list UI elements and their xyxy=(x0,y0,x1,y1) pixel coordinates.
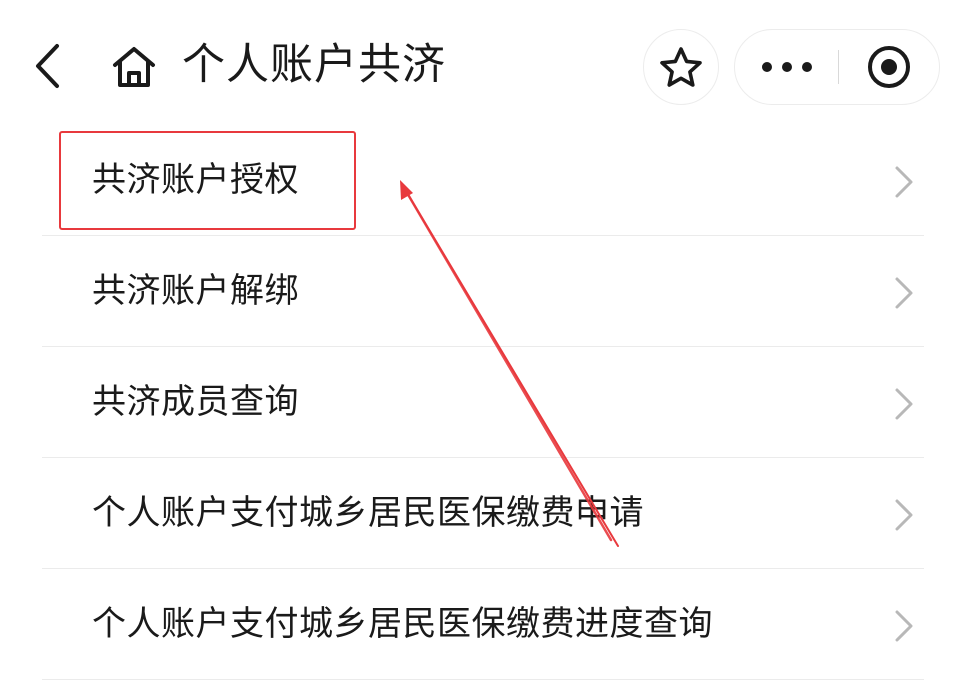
home-button[interactable] xyxy=(106,40,162,94)
menu-item-account-unbind[interactable]: 共济账户解绑 xyxy=(0,236,960,347)
menu-item-payment-application[interactable]: 个人账户支付城乡居民医保缴费申请 xyxy=(0,458,960,569)
menu-item-member-query[interactable]: 共济成员查询 xyxy=(0,347,960,458)
star-icon xyxy=(660,47,702,87)
chevron-right-icon xyxy=(895,277,913,309)
chevron-right-icon xyxy=(895,166,913,198)
chevron-left-icon xyxy=(36,44,59,88)
menu-item-label: 共济账户授权 xyxy=(92,160,299,200)
menu-list: 共济账户授权 共济账户解绑 共济成员查询 个人账户支付城乡居民医保缴费申请 个人… xyxy=(0,125,960,680)
list-divider xyxy=(42,679,924,680)
target-circle-icon xyxy=(868,46,910,88)
chevron-right-icon xyxy=(895,388,913,420)
more-button[interactable] xyxy=(735,30,838,104)
top-navigation-bar: 个人账户共济 xyxy=(0,0,960,130)
menu-item-label: 个人账户支付城乡居民医保缴费进度查询 xyxy=(92,604,713,644)
chevron-right-icon xyxy=(895,610,913,642)
page-title: 个人账户共济 xyxy=(182,40,446,90)
home-icon xyxy=(113,47,155,87)
menu-item-payment-progress-query[interactable]: 个人账户支付城乡居民医保缴费进度查询 xyxy=(0,569,960,680)
close-mini-program-button[interactable] xyxy=(839,30,939,104)
menu-item-label: 共济账户解绑 xyxy=(92,271,299,311)
mini-program-capsule xyxy=(734,29,940,105)
menu-item-label: 个人账户支付城乡居民医保缴费申请 xyxy=(92,493,644,533)
menu-item-label: 共济成员查询 xyxy=(92,382,299,422)
favorite-button[interactable] xyxy=(643,29,719,105)
back-button[interactable] xyxy=(24,38,72,94)
chevron-right-icon xyxy=(895,499,913,531)
menu-item-account-authorization[interactable]: 共济账户授权 xyxy=(0,125,960,236)
more-dots-icon xyxy=(761,62,812,72)
